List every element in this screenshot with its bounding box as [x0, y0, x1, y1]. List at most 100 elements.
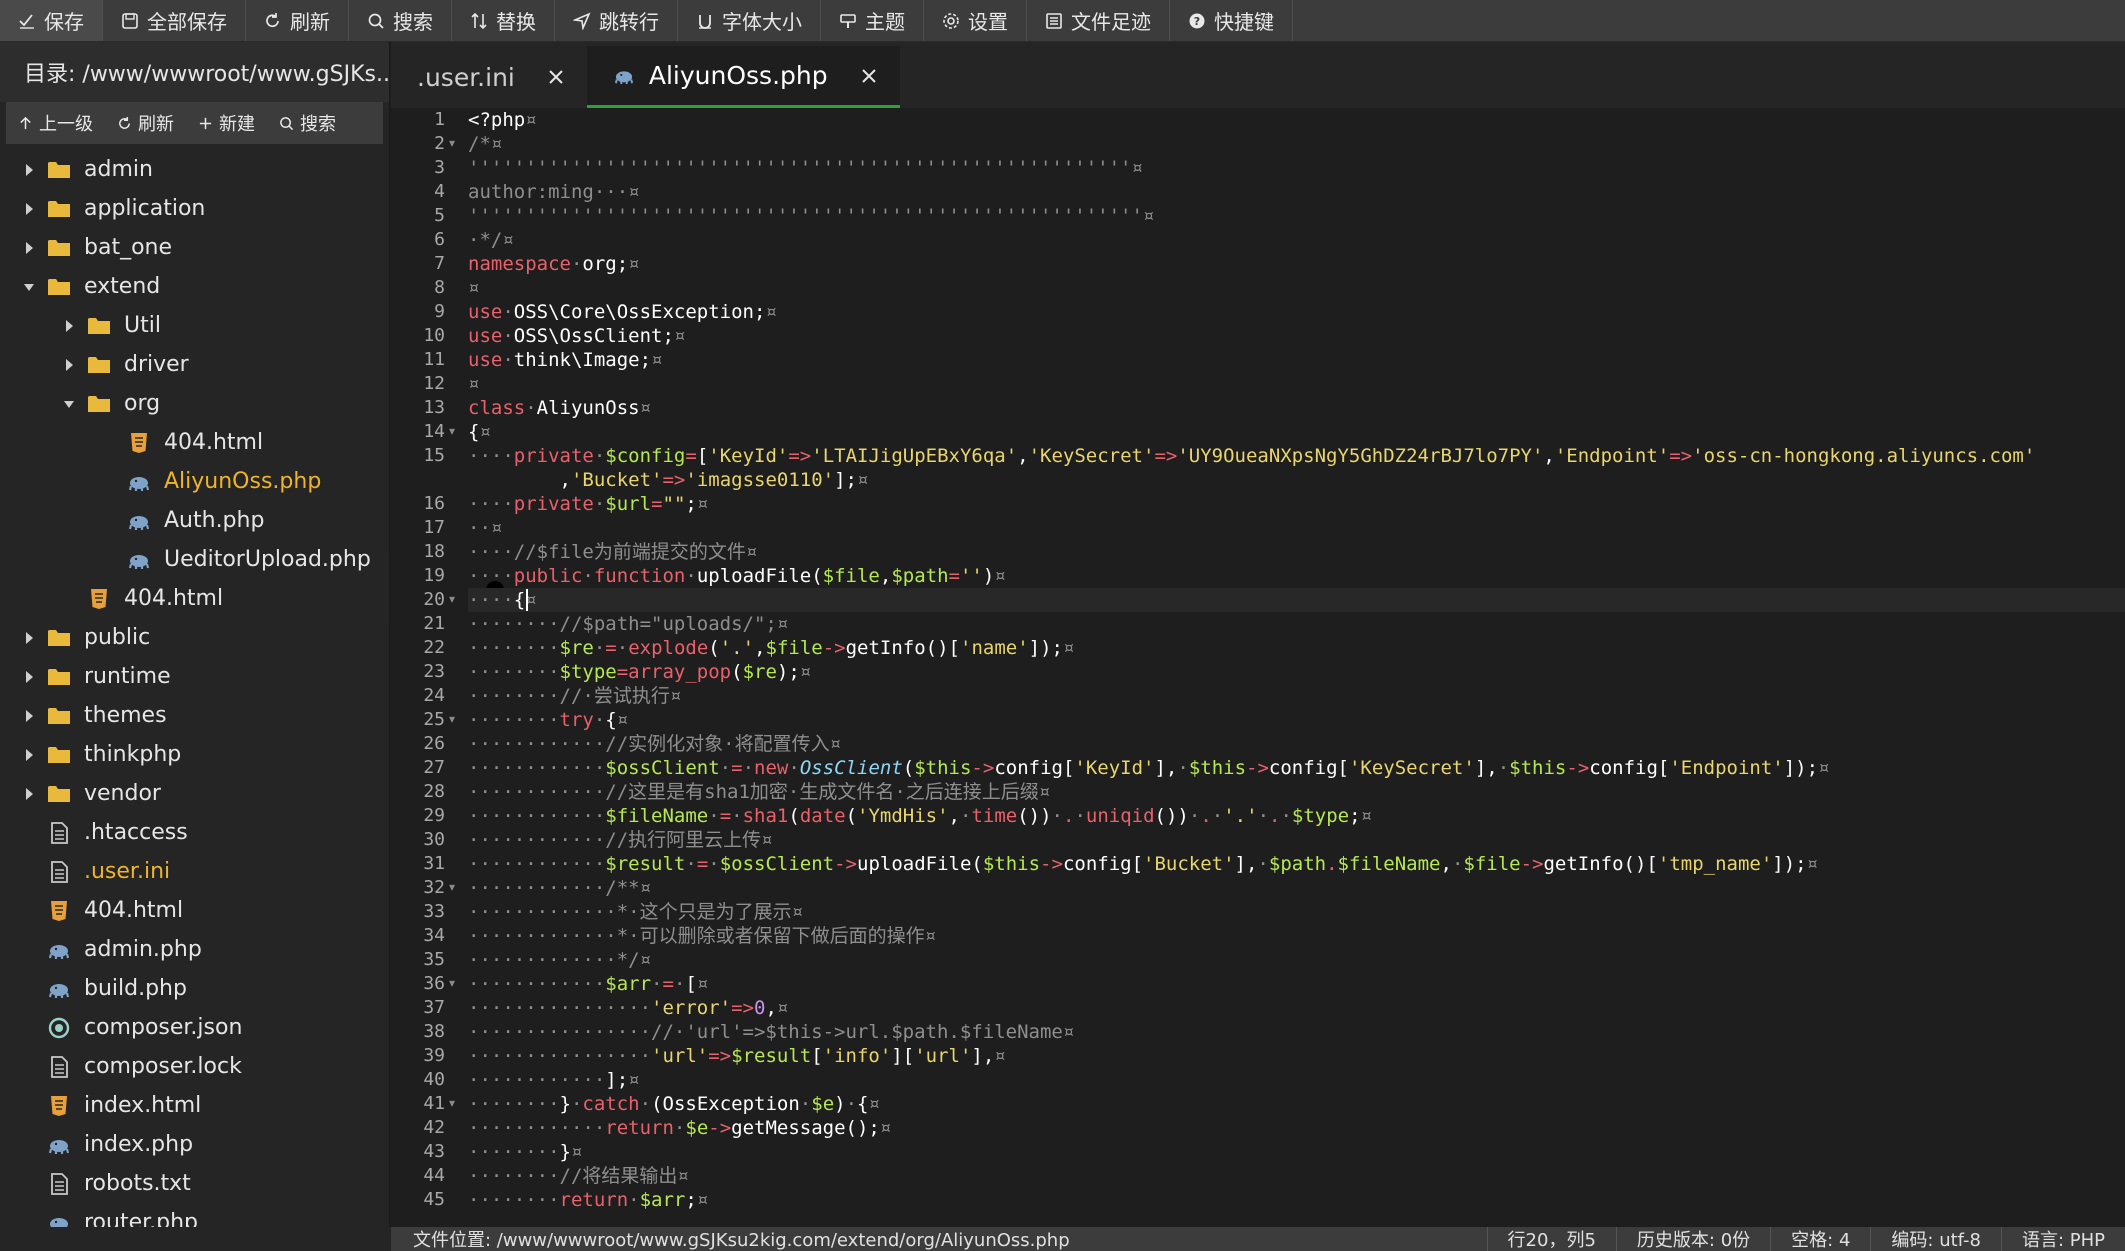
tree-folder[interactable]: thinkphp [0, 735, 389, 774]
tree-file[interactable]: index.html [0, 1086, 389, 1125]
code-line[interactable]: ················//·'url'=>$this->url.$pa… [468, 1020, 1074, 1044]
code-line[interactable]: ············return·$e->getMessage();¤ [468, 1116, 891, 1140]
tree-folder[interactable]: public [0, 618, 389, 657]
code-line[interactable]: <?php¤ [468, 108, 537, 132]
toolbar-button-goto-line[interactable]: 跳转行 [555, 0, 678, 41]
tree-folder[interactable]: themes [0, 696, 389, 735]
toolbar-button-refresh[interactable]: 刷新 [246, 0, 349, 41]
code-line[interactable]: ············//执行阿里云上传¤ [468, 828, 773, 852]
caret-right-icon[interactable] [22, 241, 36, 255]
code-line[interactable]: ············$ossClient·=·new·OssClient($… [468, 756, 1830, 780]
toolbar-button-help[interactable]: ? 快捷键 [1170, 0, 1293, 41]
status-encoding[interactable]: 编码: utf-8 [1870, 1227, 2001, 1251]
tree-file[interactable]: build.php [0, 969, 389, 1008]
new-file-button[interactable]: 新建 [186, 102, 267, 144]
code-editor[interactable]: 1 2 ▾ 3 4 5 6 7 8 9 10 11 12 13 14 ▾ 15 16 17 18 19 20 ▾ 21 22 23… [391, 108, 2125, 1227]
caret-right-icon[interactable] [22, 163, 36, 177]
toolbar-button-search[interactable]: 搜索 [349, 0, 452, 41]
caret-right-icon[interactable] [22, 787, 36, 801]
tree-file[interactable]: .htaccess [0, 813, 389, 852]
code-line[interactable]: ················'error'=>0,¤ [468, 996, 788, 1020]
code-line[interactable]: use·think\Image;¤ [468, 348, 663, 372]
code-line[interactable]: ········//将结果输出¤ [468, 1164, 689, 1188]
toolbar-button-save-all[interactable]: 全部保存 [103, 0, 246, 41]
tree-folder[interactable]: vendor [0, 774, 389, 813]
code-line[interactable]: ············$arr·=·[¤ [468, 972, 708, 996]
close-icon[interactable] [858, 65, 880, 87]
code-line[interactable]: ················'url'=>$result['info']['… [468, 1044, 1006, 1068]
fold-toggle-icon[interactable]: ▾ [449, 592, 459, 606]
code-line[interactable]: ········//$path="uploads/";¤ [468, 612, 788, 636]
tree-file[interactable]: 404.html [0, 579, 389, 618]
tree-folder[interactable]: org [0, 384, 389, 423]
close-icon[interactable] [545, 66, 567, 88]
toolbar-button-font-size[interactable]: 字体大小 [678, 0, 821, 41]
tree-file[interactable]: 404.html [0, 423, 389, 462]
caret-down-icon[interactable] [22, 280, 36, 294]
code-line[interactable]: ·············*·可以删除或者保留下做后面的操作¤ [468, 924, 936, 948]
code-line[interactable]: ········}·catch·(OssException·$e)·{¤ [468, 1092, 880, 1116]
tree-folder[interactable]: driver [0, 345, 389, 384]
caret-right-icon[interactable] [22, 670, 36, 684]
fold-toggle-icon[interactable]: ▾ [449, 1096, 459, 1110]
code-line[interactable]: ········$re·=·explode('.',$file->getInfo… [468, 636, 1074, 660]
tree-file[interactable]: UeditorUpload.php [0, 540, 389, 579]
code-line[interactable]: namespace·org;¤ [468, 252, 640, 276]
tree-file[interactable]: AliyunOss.php [0, 462, 389, 501]
code-line[interactable]: ····{¤ [468, 588, 2125, 612]
code-line[interactable]: ····private·$config=['KeyId'=>'LTAIJigUp… [468, 444, 2035, 468]
tree-folder[interactable]: application [0, 189, 389, 228]
toolbar-button-gear[interactable]: 设置 [924, 0, 1027, 41]
up-level-button[interactable]: 上一级 [6, 102, 105, 144]
code-line[interactable]: ············/**¤ [468, 876, 651, 900]
tree-file[interactable]: 404.html [0, 891, 389, 930]
tree-file[interactable]: composer.lock [0, 1047, 389, 1086]
tree-folder[interactable]: extend [0, 267, 389, 306]
tree-folder[interactable]: Util [0, 306, 389, 345]
code-line[interactable]: ········}¤ [468, 1140, 582, 1164]
code-line[interactable]: ············//这里是有sha1加密·生成文件名·之后连接上后缀¤ [468, 780, 1050, 804]
tree-file[interactable]: robots.txt [0, 1164, 389, 1203]
code-line[interactable]: ············$fileName·=·sha1(date('YmdHi… [468, 804, 1372, 828]
directory-path[interactable]: 目录: /www/wwwroot/www.gSJKs... [0, 42, 389, 102]
fold-toggle-icon[interactable]: ▾ [449, 976, 459, 990]
tree-file[interactable]: .user.ini [0, 852, 389, 891]
code-line[interactable]: author:ming···¤ [468, 180, 640, 204]
code-line[interactable]: /*¤ [468, 132, 502, 156]
toolbar-button-history[interactable]: 文件足迹 [1027, 0, 1170, 41]
fold-toggle-icon[interactable]: ▾ [449, 880, 459, 894]
caret-right-icon[interactable] [22, 748, 36, 762]
code-line[interactable]: ········try·{¤ [468, 708, 628, 732]
code-line[interactable]: use·OSS\OssClient;¤ [468, 324, 685, 348]
status-indent[interactable]: 空格: 4 [1770, 1227, 1870, 1251]
status-language[interactable]: 语言: PHP [2000, 1227, 2125, 1251]
sidebar-search-button[interactable]: 搜索 [267, 102, 348, 144]
code-line[interactable]: ¤ [468, 276, 479, 300]
code-line[interactable]: ········return·$arr;¤ [468, 1188, 708, 1212]
caret-right-icon[interactable] [62, 319, 76, 333]
code-line[interactable]: ····private·$url="";¤ [468, 492, 708, 516]
code-line[interactable]: ''''''''''''''''''''''''''''''''''''''''… [468, 204, 1154, 228]
code-line[interactable]: ·············*·这个只是为了展示¤ [468, 900, 803, 924]
tree-folder[interactable]: runtime [0, 657, 389, 696]
code-line[interactable]: ············//实例化对象·将配置传入¤ [468, 732, 841, 756]
code-line[interactable]: ····//$file为前端提交的文件¤ [468, 540, 757, 564]
caret-right-icon[interactable] [22, 709, 36, 723]
editor-tab[interactable]: .user.ini [391, 46, 587, 108]
tree-folder[interactable]: admin [0, 150, 389, 189]
code-line[interactable]: ········//·尝试执行¤ [468, 684, 681, 708]
tree-file[interactable]: Auth.php [0, 501, 389, 540]
caret-right-icon[interactable] [22, 631, 36, 645]
toolbar-button-theme[interactable]: 主题 [821, 0, 924, 41]
code-line[interactable]: class·AliyunOss¤ [468, 396, 651, 420]
code-line[interactable]: ········$type=array_pop($re);¤ [468, 660, 811, 684]
fold-toggle-icon[interactable]: ▾ [449, 136, 459, 150]
tree-folder[interactable]: bat_one [0, 228, 389, 267]
sidebar-refresh-button[interactable]: 刷新 [105, 102, 186, 144]
caret-right-icon[interactable] [22, 202, 36, 216]
toolbar-button-replace[interactable]: 替换 [452, 0, 555, 41]
code-line[interactable]: ,'Bucket'=>'imagsse0110'];¤ [468, 468, 869, 492]
editor-tab[interactable]: AliyunOss.php [586, 46, 900, 108]
code-line[interactable]: ············$result·=·$ossClient->upload… [468, 852, 1818, 876]
caret-right-icon[interactable] [62, 358, 76, 372]
